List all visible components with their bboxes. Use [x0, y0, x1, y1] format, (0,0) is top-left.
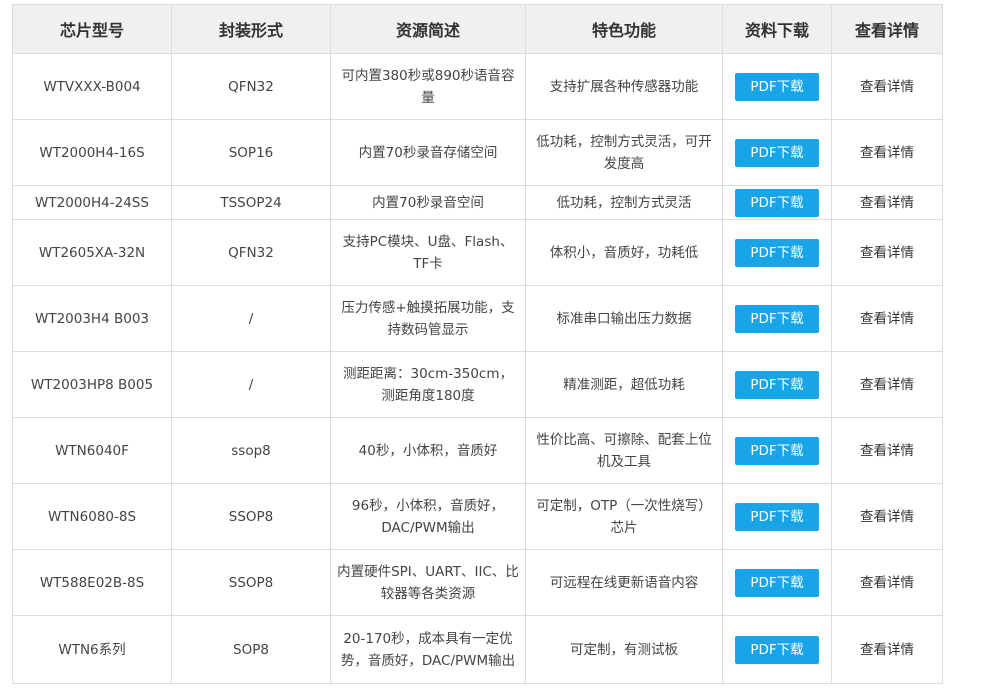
cell-download: PDF下载: [722, 615, 832, 684]
product-table-container: 芯片型号 封装形式 资源简述 特色功能 资料下载 查看详情 WTVXXX-B00…: [12, 4, 943, 684]
cell-resources: 内置硬件SPI、UART、IIC、比较器等各类资源: [330, 549, 526, 616]
view-detail-link[interactable]: 查看详情: [860, 377, 914, 393]
cell-download: PDF下载: [722, 285, 832, 352]
cell-detail: 查看详情: [831, 549, 943, 616]
cell-resources: 40秒，小体积，音质好: [330, 417, 526, 484]
cell-package: /: [171, 285, 331, 352]
table-row: WT2000H4-24SS TSSOP24 内置70秒录音空间 低功耗，控制方式…: [12, 185, 943, 220]
table-row: WTVXXX-B004 QFN32 可内置380秒或890秒语音容量 支持扩展各…: [12, 53, 943, 120]
cell-model: WT2000H4-24SS: [12, 185, 172, 220]
cell-features: 可定制，OTP（一次性烧写）芯片: [525, 483, 723, 550]
cell-detail: 查看详情: [831, 119, 943, 186]
table-row: WT2000H4-16S SOP16 内置70秒录音存储空间 低功耗，控制方式灵…: [12, 119, 943, 186]
header-model: 芯片型号: [12, 4, 172, 54]
pdf-download-button[interactable]: PDF下载: [735, 72, 819, 101]
table-row: WTN6080-8S SSOP8 96秒，小体积，音质好，DAC/PWM输出 可…: [12, 483, 943, 550]
table-row: WTN6系列 SOP8 20-170秒，成本具有一定优势，音质好，DAC/PWM…: [12, 615, 943, 684]
cell-download: PDF下载: [722, 219, 832, 286]
pdf-download-button[interactable]: PDF下载: [735, 138, 819, 167]
cell-package: QFN32: [171, 53, 331, 120]
cell-download: PDF下载: [722, 185, 832, 220]
view-detail-link[interactable]: 查看详情: [860, 245, 914, 261]
cell-download: PDF下载: [722, 351, 832, 418]
cell-download: PDF下载: [722, 549, 832, 616]
cell-features: 性价比高、可擦除、配套上位机及工具: [525, 417, 723, 484]
cell-download: PDF下载: [722, 119, 832, 186]
cell-model: WTN6080-8S: [12, 483, 172, 550]
header-resources: 资源简述: [330, 4, 526, 54]
cell-download: PDF下载: [722, 53, 832, 120]
cell-detail: 查看详情: [831, 483, 943, 550]
header-detail: 查看详情: [831, 4, 943, 54]
cell-features: 标准串口输出压力数据: [525, 285, 723, 352]
pdf-download-button[interactable]: PDF下载: [735, 304, 819, 333]
pdf-download-button[interactable]: PDF下载: [735, 238, 819, 267]
cell-detail: 查看详情: [831, 351, 943, 418]
pdf-download-button[interactable]: PDF下载: [735, 188, 819, 217]
cell-package: SSOP8: [171, 483, 331, 550]
cell-model: WTVXXX-B004: [12, 53, 172, 120]
cell-features: 支持扩展各种传感器功能: [525, 53, 723, 120]
cell-resources: 20-170秒，成本具有一定优势，音质好，DAC/PWM输出: [330, 615, 526, 684]
pdf-download-button[interactable]: PDF下载: [735, 502, 819, 531]
cell-model: WT2003HP8 B005: [12, 351, 172, 418]
cell-features: 低功耗，控制方式灵活: [525, 185, 723, 220]
cell-detail: 查看详情: [831, 285, 943, 352]
table-row: WT2605XA-32N QFN32 支持PC模块、U盘、Flash、TF卡 体…: [12, 219, 943, 286]
table-row: WT2003H4 B003 / 压力传感+触摸拓展功能，支持数码管显示 标准串口…: [12, 285, 943, 352]
view-detail-link[interactable]: 查看详情: [860, 145, 914, 161]
cell-detail: 查看详情: [831, 615, 943, 684]
view-detail-link[interactable]: 查看详情: [860, 195, 914, 211]
view-detail-link[interactable]: 查看详情: [860, 79, 914, 95]
cell-model: WTN6系列: [12, 615, 172, 684]
cell-resources: 测距距离：30cm-350cm，测距角度180度: [330, 351, 526, 418]
view-detail-link[interactable]: 查看详情: [860, 509, 914, 525]
header-download: 资料下载: [722, 4, 832, 54]
view-detail-link[interactable]: 查看详情: [860, 642, 914, 658]
cell-features: 体积小，音质好，功耗低: [525, 219, 723, 286]
cell-package: TSSOP24: [171, 185, 331, 220]
cell-package: SOP8: [171, 615, 331, 684]
pdf-download-button[interactable]: PDF下载: [735, 568, 819, 597]
header-features: 特色功能: [525, 4, 723, 54]
cell-features: 精准测距，超低功耗: [525, 351, 723, 418]
product-table: 芯片型号 封装形式 资源简述 特色功能 资料下载 查看详情 WTVXXX-B00…: [12, 4, 943, 684]
header-package: 封装形式: [171, 4, 331, 54]
view-detail-link[interactable]: 查看详情: [860, 443, 914, 459]
cell-package: QFN32: [171, 219, 331, 286]
table-header-row: 芯片型号 封装形式 资源简述 特色功能 资料下载 查看详情: [12, 4, 943, 54]
cell-detail: 查看详情: [831, 185, 943, 220]
table-row: WT2003HP8 B005 / 测距距离：30cm-350cm，测距角度180…: [12, 351, 943, 418]
table-row: WTN6040F ssop8 40秒，小体积，音质好 性价比高、可擦除、配套上位…: [12, 417, 943, 484]
cell-resources: 支持PC模块、U盘、Flash、TF卡: [330, 219, 526, 286]
cell-model: WTN6040F: [12, 417, 172, 484]
cell-download: PDF下载: [722, 417, 832, 484]
cell-resources: 可内置380秒或890秒语音容量: [330, 53, 526, 120]
pdf-download-button[interactable]: PDF下载: [735, 370, 819, 399]
cell-detail: 查看详情: [831, 417, 943, 484]
cell-features: 低功耗，控制方式灵活，可开发度高: [525, 119, 723, 186]
pdf-download-button[interactable]: PDF下载: [735, 436, 819, 465]
cell-detail: 查看详情: [831, 219, 943, 286]
cell-resources: 96秒，小体积，音质好，DAC/PWM输出: [330, 483, 526, 550]
cell-resources: 压力传感+触摸拓展功能，支持数码管显示: [330, 285, 526, 352]
cell-model: WT2000H4-16S: [12, 119, 172, 186]
cell-detail: 查看详情: [831, 53, 943, 120]
cell-model: WT2003H4 B003: [12, 285, 172, 352]
cell-package: /: [171, 351, 331, 418]
cell-package: SSOP8: [171, 549, 331, 616]
cell-features: 可定制，有测试板: [525, 615, 723, 684]
cell-model: WT588E02B-8S: [12, 549, 172, 616]
cell-resources: 内置70秒录音空间: [330, 185, 526, 220]
cell-resources: 内置70秒录音存储空间: [330, 119, 526, 186]
cell-features: 可远程在线更新语音内容: [525, 549, 723, 616]
view-detail-link[interactable]: 查看详情: [860, 575, 914, 591]
view-detail-link[interactable]: 查看详情: [860, 311, 914, 327]
table-row: WT588E02B-8S SSOP8 内置硬件SPI、UART、IIC、比较器等…: [12, 549, 943, 616]
pdf-download-button[interactable]: PDF下载: [735, 635, 819, 664]
cell-package: SOP16: [171, 119, 331, 186]
cell-download: PDF下载: [722, 483, 832, 550]
cell-model: WT2605XA-32N: [12, 219, 172, 286]
cell-package: ssop8: [171, 417, 331, 484]
